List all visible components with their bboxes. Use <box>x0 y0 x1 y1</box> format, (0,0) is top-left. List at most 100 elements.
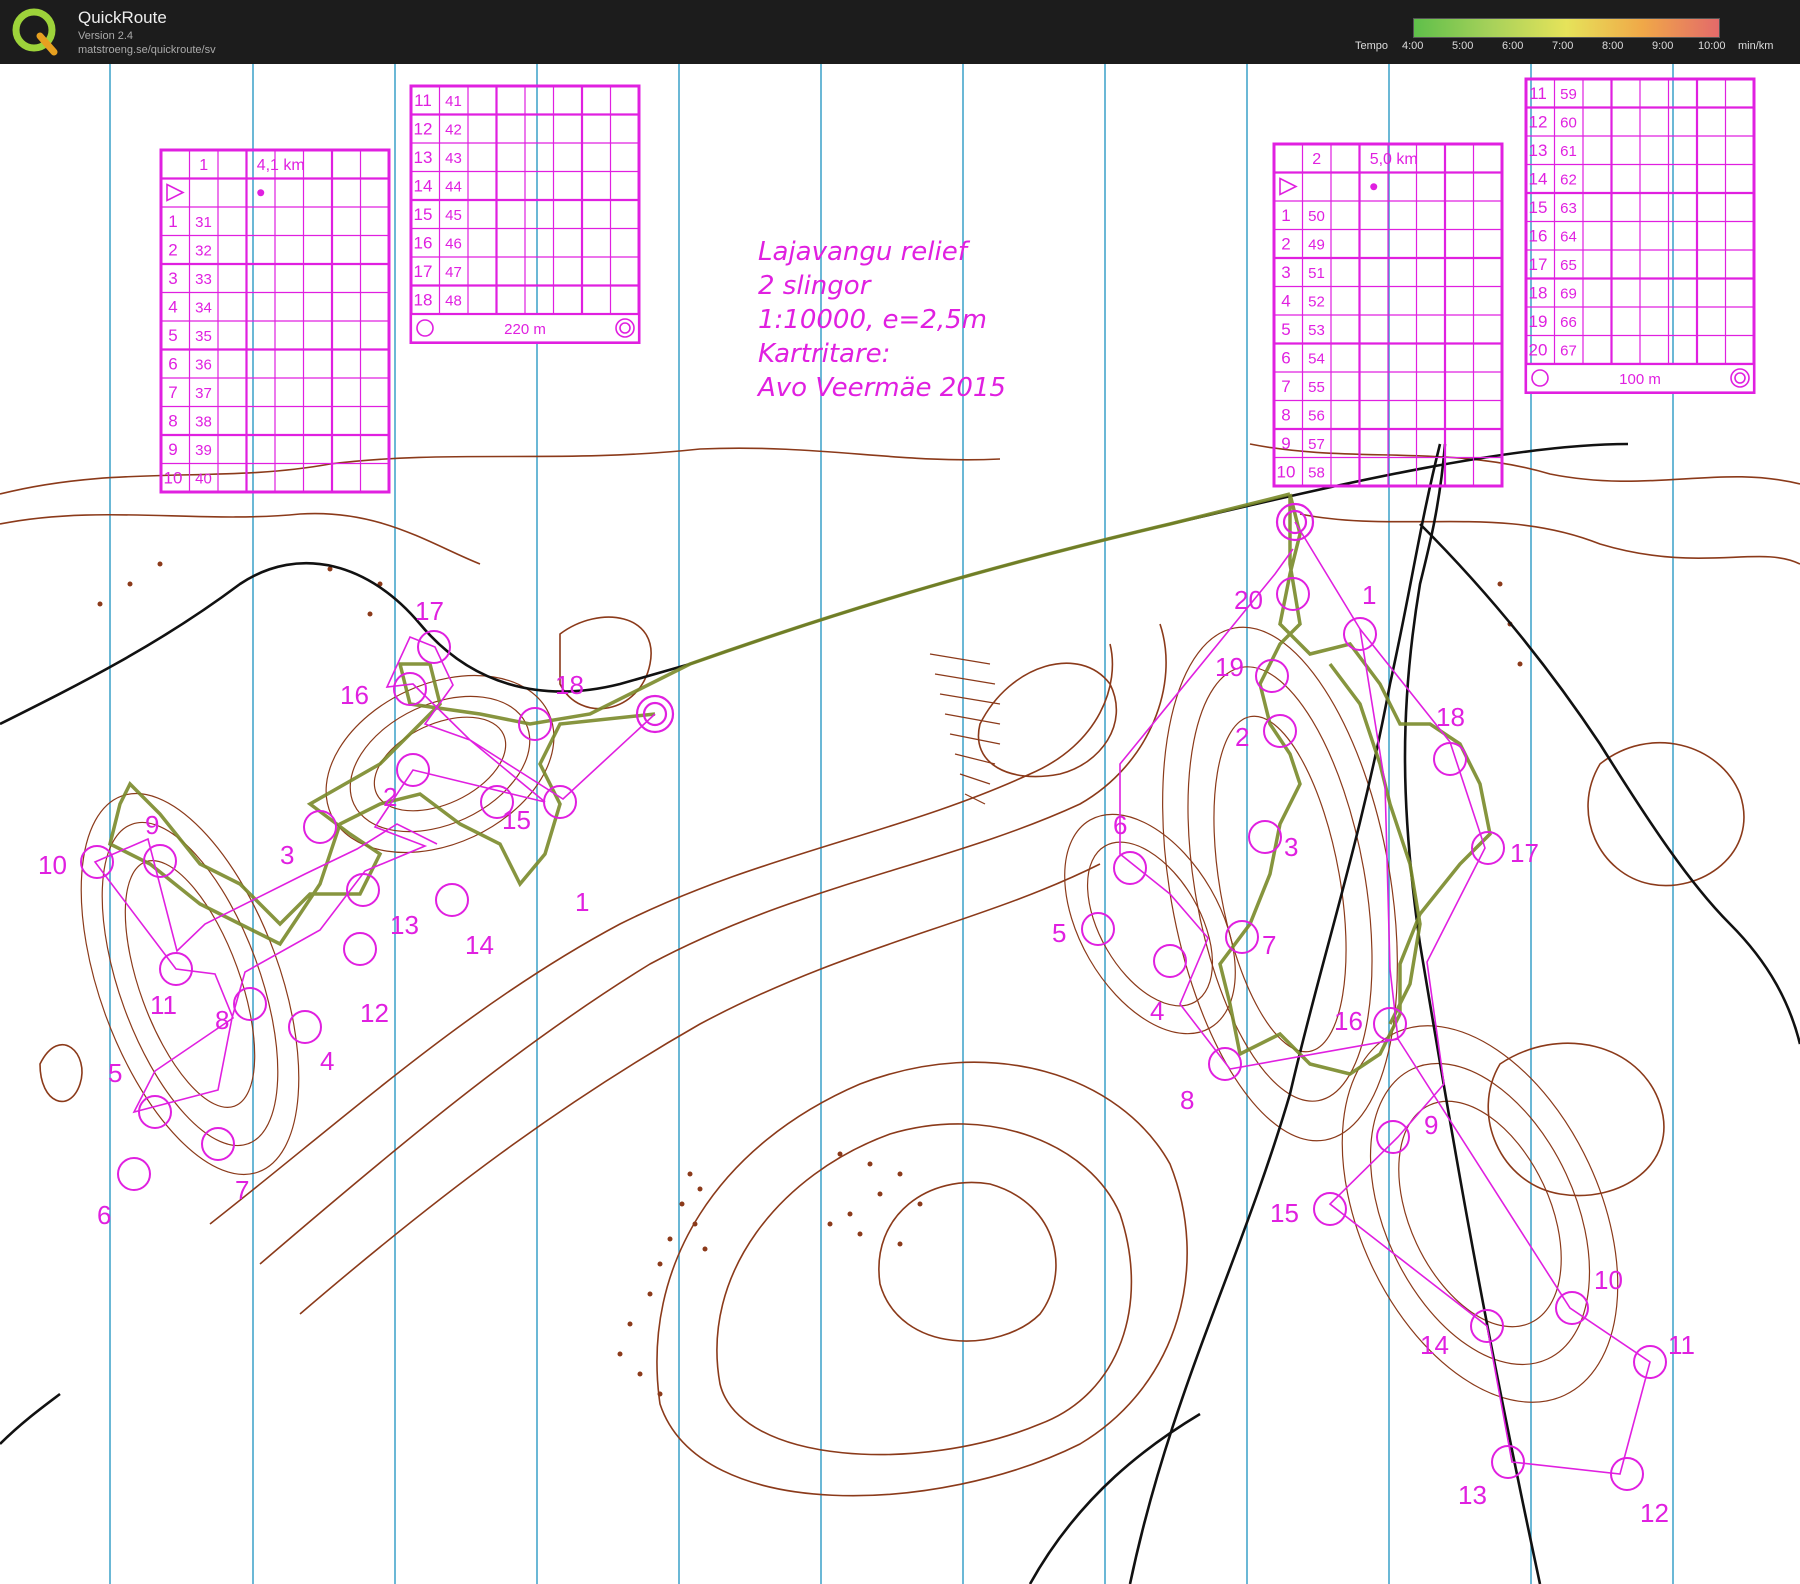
tempo-tick: 5:00 <box>1452 40 1474 52</box>
control-number: 13 <box>1529 141 1548 160</box>
app-header: QuickRoute Version 2.4 matstroeng.se/qui… <box>0 0 1800 64</box>
control-code: 67 <box>1560 343 1577 360</box>
control-number: 18 <box>414 291 433 310</box>
c1-label: 13 <box>390 910 419 940</box>
c1-label: 12 <box>360 998 389 1028</box>
control-number: 12 <box>414 120 433 139</box>
control-code: 69 <box>1560 286 1577 303</box>
c2-label: 12 <box>1640 1498 1669 1528</box>
c1-label: 17 <box>415 596 444 626</box>
course1-length: 4,1 km <box>257 157 305 174</box>
control-number: 11 <box>414 91 432 110</box>
orienteering-map[interactable]: 1 2 3 4 5 6 7 8 9 10 11 12 13 14 15 16 1… <box>0 64 1800 1584</box>
c1-label: 1 <box>575 887 589 917</box>
c1-label: 14 <box>465 930 494 960</box>
control-code: 52 <box>1308 294 1325 311</box>
c1-label: 16 <box>340 680 369 710</box>
c1-label: 15 <box>502 805 531 835</box>
course2-number: 2 <box>1312 151 1321 168</box>
control-code: 32 <box>195 243 212 260</box>
control-code: 47 <box>445 264 462 281</box>
control-code: 34 <box>195 300 212 317</box>
control-number: 4 <box>1281 292 1290 311</box>
control-number: 1 <box>1281 206 1290 225</box>
c1-label: 2 <box>383 782 397 812</box>
c2-label: 20 <box>1234 585 1263 615</box>
control-code: 65 <box>1560 257 1577 274</box>
control-number: 7 <box>168 383 177 402</box>
control-code: 63 <box>1560 200 1577 217</box>
control-number: 15 <box>414 205 433 224</box>
control-number: 18 <box>1529 284 1548 303</box>
control-number: 3 <box>1281 263 1290 282</box>
control-number: 17 <box>1529 255 1548 274</box>
control-code: 59 <box>1560 86 1577 103</box>
tempo-tick: 4:00 <box>1402 40 1424 52</box>
tempo-tick: 7:00 <box>1552 40 1574 52</box>
c2-label: 1 <box>1362 580 1376 610</box>
c1-label: 3 <box>280 840 294 870</box>
tempo-label: Tempo <box>1355 40 1389 52</box>
c2-label: 4 <box>1150 996 1164 1026</box>
control-number: 5 <box>168 326 177 345</box>
c2-label: 9 <box>1424 1110 1438 1140</box>
control-code: 37 <box>195 385 212 402</box>
control-code: 45 <box>445 207 462 224</box>
map-title-line3: 1:10000, e=2,5m <box>758 305 987 335</box>
control-number: 11 <box>1529 84 1547 103</box>
control-number: 10 <box>1277 463 1296 482</box>
control-number: 9 <box>168 440 177 459</box>
control-number: 6 <box>1281 349 1290 368</box>
map-title-line5: Avo Veermäe 2015 <box>756 373 1006 403</box>
control-code: 36 <box>195 357 212 374</box>
control-code: 57 <box>1308 436 1325 453</box>
c2-label: 11 <box>1668 1330 1695 1360</box>
control-number: 20 <box>1529 341 1548 360</box>
tempo-tick: 9:00 <box>1652 40 1674 52</box>
control-code: 64 <box>1560 229 1577 246</box>
map-title-line4: Kartritare: <box>758 339 890 369</box>
course1-finish-distance: 220 m <box>504 321 546 338</box>
control-number: 19 <box>1529 312 1548 331</box>
c2-label: 6 <box>1113 810 1127 840</box>
control-code: 66 <box>1560 314 1577 331</box>
control-code: 50 <box>1308 208 1325 225</box>
control-code: 51 <box>1308 265 1325 282</box>
control-number: 8 <box>1281 406 1290 425</box>
start-dot-icon <box>1370 183 1378 191</box>
control-code: 42 <box>445 122 462 139</box>
control-code: 62 <box>1560 172 1577 189</box>
control-code: 41 <box>445 93 462 110</box>
control-number: 8 <box>168 412 177 431</box>
control-number: 14 <box>414 177 433 196</box>
control-code: 56 <box>1308 408 1325 425</box>
control-code: 46 <box>445 236 462 253</box>
control-code: 58 <box>1308 465 1325 482</box>
control-number: 16 <box>1529 227 1548 246</box>
c2-label: 3 <box>1284 832 1298 862</box>
c1-label: 10 <box>38 850 67 880</box>
tempo-color-scale <box>1413 18 1720 38</box>
tempo-unit: min/km <box>1738 40 1774 52</box>
course2-finish-distance: 100 m <box>1619 371 1661 388</box>
app-url[interactable]: matstroeng.se/quickroute/sv <box>78 44 216 56</box>
control-number: 10 <box>164 469 183 488</box>
control-code: 60 <box>1560 115 1577 132</box>
control-code: 55 <box>1308 379 1325 396</box>
c2-label: 14 <box>1420 1330 1449 1360</box>
c2-label: 16 <box>1334 1006 1363 1036</box>
control-number: 3 <box>168 269 177 288</box>
control-number: 5 <box>1281 320 1290 339</box>
c2-label: 18 <box>1436 702 1465 732</box>
control-code: 44 <box>445 179 462 196</box>
map-title-line2: 2 slingor <box>758 271 873 301</box>
c1-label: 9 <box>145 810 159 840</box>
control-number: 12 <box>1529 113 1548 132</box>
control-number: 16 <box>414 234 433 253</box>
course2-length: 5,0 km <box>1370 151 1418 168</box>
c1-label: 6 <box>97 1200 111 1230</box>
c2-label: 10 <box>1594 1265 1623 1295</box>
tempo-tick: 8:00 <box>1602 40 1624 52</box>
course1-number: 1 <box>199 157 208 174</box>
c2-label: 17 <box>1510 838 1539 868</box>
